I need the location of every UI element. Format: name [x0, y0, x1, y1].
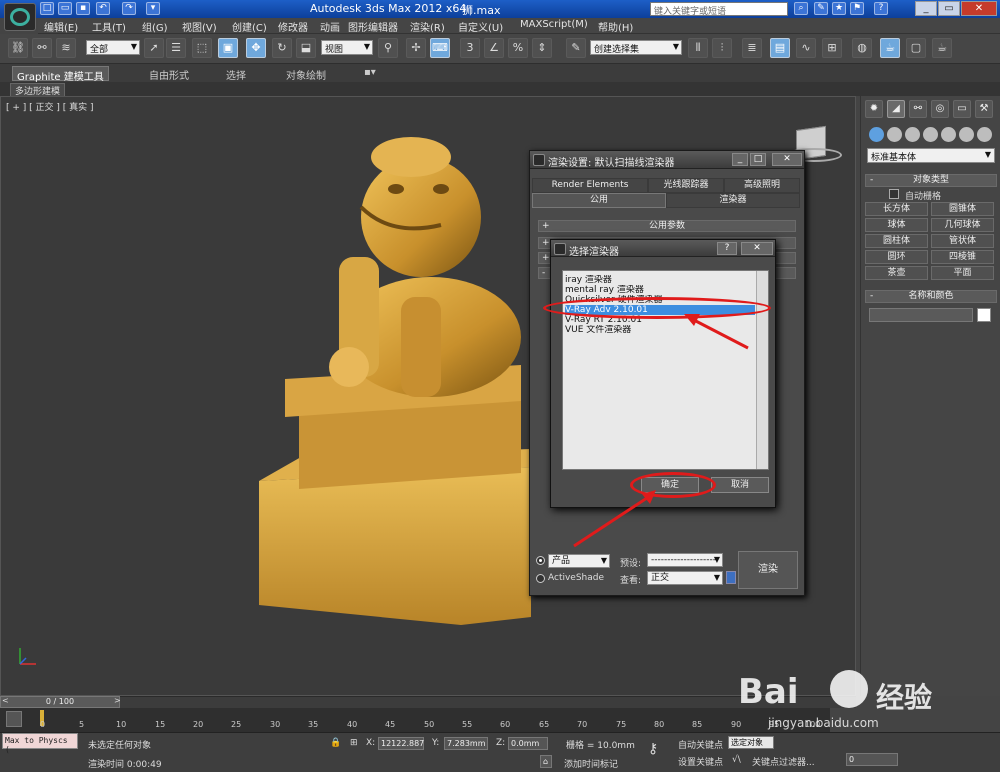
time-tag-icon[interactable]: ⌂: [540, 755, 552, 768]
time-slider-thumb[interactable]: 0 / 100: [0, 696, 120, 708]
add-time-tag-button[interactable]: 添加时间标记: [564, 757, 618, 770]
y-label: Y:: [432, 738, 440, 748]
tick-label: 10: [116, 720, 127, 729]
arrowhead-vray: [684, 314, 700, 326]
selection-lock-icon[interactable]: 🔒: [330, 738, 341, 748]
tick-label: 25: [231, 720, 242, 729]
tick-label: 20: [193, 720, 204, 729]
set-key-icon[interactable]: ⚷: [648, 741, 658, 757]
set-key-button[interactable]: 设置关键点: [678, 755, 723, 768]
tick-label: 50: [424, 720, 435, 729]
arrow-to-ok: [573, 494, 651, 548]
key-filters-icon[interactable]: √\: [732, 755, 741, 765]
track-bar[interactable]: 0 5 10 15 20 25 30 35 40 45 50 55 60 65 …: [0, 708, 830, 732]
time-slider-track[interactable]: [0, 696, 856, 708]
tick-label: 60: [500, 720, 511, 729]
current-frame-field[interactable]: 0: [846, 753, 898, 766]
x-label: X:: [366, 738, 376, 748]
next-frame-icon[interactable]: >: [114, 696, 124, 708]
key-filters-button[interactable]: 关键点过滤器...: [752, 755, 815, 768]
tick-label: 30: [270, 720, 281, 729]
tick-label: 45: [385, 720, 396, 729]
arrowhead-ok: [642, 490, 656, 504]
x-coordinate-field[interactable]: 12122.887: [378, 737, 424, 750]
tick-label: 65: [539, 720, 550, 729]
tick-label: 40: [347, 720, 358, 729]
key-mode-dropdown[interactable]: 选定对象: [728, 736, 774, 749]
render-time-status: 渲染时间 0:00:49: [88, 760, 162, 770]
auto-key-button[interactable]: 自动关键点: [678, 738, 723, 751]
tick-label: 75: [616, 720, 627, 729]
tick-label: 80: [654, 720, 665, 729]
tick-label: 85: [692, 720, 703, 729]
selection-status: 未选定任何对象: [88, 741, 152, 751]
annotation-arrows: [573, 314, 749, 548]
tick-label: 0: [40, 720, 46, 729]
absolute-mode-icon[interactable]: ⊞: [350, 738, 358, 748]
watermark-brand-cn: 经验: [876, 681, 933, 714]
watermark-url: jingyan.baidu.com: [768, 716, 879, 730]
z-label: Z:: [496, 738, 506, 748]
tick-label: 70: [577, 720, 588, 729]
y-coordinate-field[interactable]: 7.283mm: [444, 737, 488, 750]
arrow-to-vray: [689, 316, 749, 350]
baidu-watermark: Bai 经验 jingyan.baidu.com: [738, 662, 978, 732]
z-coordinate-field[interactable]: 0.0mm: [508, 737, 548, 750]
watermark-brand: Bai: [738, 672, 799, 712]
paw-icon: [830, 670, 868, 708]
status-bar: 未选定任何对象 渲染时间 0:00:49 🔒 ⊞ X: 12122.887 Y:…: [0, 732, 1000, 772]
grid-size: 栅格 = 10.0mm: [566, 741, 635, 751]
prev-frame-icon[interactable]: <: [2, 696, 12, 708]
tick-label: 15: [155, 720, 166, 729]
tick-label: 5: [79, 720, 85, 729]
tick-label: 55: [462, 720, 473, 729]
mini-curve-editor-icon[interactable]: [6, 711, 22, 727]
maxscript-listener[interactable]: Max to Physcs (: [2, 733, 78, 754]
tick-label: 35: [308, 720, 319, 729]
